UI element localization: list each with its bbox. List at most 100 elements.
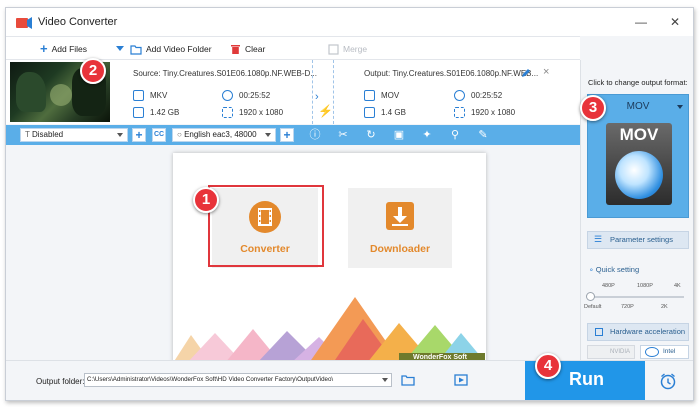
source-duration: 00:25:52 <box>239 91 271 100</box>
arrow-right-icon: › <box>315 91 319 103</box>
window-title: Video Converter <box>38 16 118 28</box>
clock-icon <box>454 90 465 101</box>
quick-setting-label: ∘ Quick setting <box>589 265 639 274</box>
text-icon: T <box>25 130 32 139</box>
plus-icon: + <box>40 41 48 56</box>
quicktime-icon <box>615 151 663 199</box>
hardware-acceleration-label: Hardware acceleration <box>610 327 686 336</box>
output-resolution: 1920 x 1080 <box>471 108 516 117</box>
add-audio-button[interactable]: + <box>280 128 294 142</box>
chevron-down-icon <box>382 378 388 382</box>
slider-label-480p: 480P <box>602 283 615 289</box>
info-icon[interactable]: ⓘ <box>308 128 322 142</box>
crop-icon[interactable]: ▣ <box>392 128 406 142</box>
intel-label: Intel <box>663 348 676 355</box>
mov-format-icon-label: MOV <box>619 125 659 144</box>
title-bar: Video Converter — ✕ <box>6 8 693 36</box>
slider-label-4k: 4K <box>674 283 681 289</box>
remove-file-icon[interactable]: × <box>543 66 549 78</box>
output-size: 1.4 GB <box>381 108 406 117</box>
run-label: Run <box>569 369 604 389</box>
hardware-acceleration-button[interactable]: Hardware acceleration <box>587 323 689 341</box>
bottom-bar: Output folder: C:\Users\Administrator\Vi… <box>6 360 693 400</box>
chevron-down-icon <box>265 133 271 137</box>
output-folder-input[interactable]: C:\Users\Administrator\Videos\WonderFox … <box>84 373 392 387</box>
file-size-icon <box>364 107 375 118</box>
resolution-icon <box>454 107 465 118</box>
format-icon <box>133 90 144 101</box>
add-subtitle-button[interactable]: + <box>132 128 146 142</box>
app-logo-icon <box>16 17 32 29</box>
intel-logo-icon <box>645 347 659 357</box>
parameter-settings-button[interactable]: ☰ Parameter settings <box>587 231 689 249</box>
folder-icon <box>130 44 142 55</box>
output-duration: 00:25:52 <box>471 91 503 100</box>
mov-format-icon: MOV <box>606 123 672 205</box>
alarm-clock-icon[interactable] <box>659 372 677 390</box>
resolution-icon <box>222 107 233 118</box>
download-icon <box>386 202 414 230</box>
slider-label-2k: 2K <box>661 304 668 310</box>
cc-button[interactable]: CC <box>152 128 166 142</box>
converter-highlight-box <box>208 185 324 267</box>
quick-setting-text: Quick setting <box>595 265 640 274</box>
file-size-icon <box>133 107 144 118</box>
audio-select-value: English eac3, 48000 <box>184 130 257 139</box>
nvidia-toggle[interactable]: NVIDIA <box>587 345 635 359</box>
add-files-label: Add Files <box>51 44 88 54</box>
effects-wand-icon[interactable]: ✦ <box>420 128 434 142</box>
subtitle-select[interactable]: T Disabled <box>20 128 128 142</box>
speaker-icon: ○ <box>177 130 185 139</box>
output-folder-label: Output folder: <box>36 377 85 386</box>
downloader-tile[interactable]: Downloader <box>348 188 452 268</box>
chevron-down-icon <box>677 105 683 109</box>
format-icon <box>364 90 375 101</box>
output-filename: Output: Tiny.Creatures.S01E06.1080p.NF.W… <box>364 69 539 78</box>
output-format: MOV <box>381 91 400 100</box>
merge-label: Merge <box>343 44 368 54</box>
trash-icon <box>231 45 240 54</box>
chip-icon <box>595 328 603 336</box>
parameter-settings-label: Parameter settings <box>610 235 673 244</box>
scissors-icon[interactable]: ✂ <box>336 128 350 142</box>
home-panel: Converter Downloader WonderFox Soft <box>173 153 486 363</box>
nvidia-label: NVIDIA <box>610 349 631 355</box>
source-resolution: 1920 x 1080 <box>239 108 284 117</box>
quality-slider-track[interactable] <box>590 296 684 298</box>
lightning-icon: ⚡ <box>318 104 333 118</box>
step-marker-4: 4 <box>535 353 561 379</box>
subtitle-select-value: Disabled <box>31 130 64 139</box>
output-preview-icon[interactable] <box>454 374 468 386</box>
intel-toggle[interactable]: Intel <box>640 345 689 359</box>
output-format-hint: Click to change output format: <box>588 78 688 87</box>
open-folder-icon[interactable] <box>401 374 415 386</box>
add-files-button[interactable]: + Add Files <box>40 42 87 56</box>
audio-select[interactable]: ○ English eac3, 48000 <box>172 128 276 142</box>
quality-slider-handle[interactable] <box>586 292 595 301</box>
chevron-down-icon <box>117 133 123 137</box>
quick-setting-icon: ∘ <box>589 265 594 274</box>
add-video-folder-button[interactable]: Add Video Folder <box>130 42 212 56</box>
step-marker-1: 1 <box>193 187 219 213</box>
clock-icon <box>222 90 233 101</box>
clear-label: Clear <box>245 44 266 54</box>
clear-button[interactable]: Clear <box>230 42 265 56</box>
edit-icon[interactable] <box>520 68 531 79</box>
source-size: 1.42 GB <box>150 108 180 117</box>
merge-button[interactable]: Merge <box>328 42 367 56</box>
downloader-label: Downloader <box>369 243 431 255</box>
source-filename: Source: Tiny.Creatures.S01E06.1080p.NF.W… <box>133 69 317 78</box>
output-folder-value: C:\Users\Administrator\Videos\WonderFox … <box>87 376 334 383</box>
sliders-icon: ☰ <box>594 234 603 244</box>
app-window: Video Converter — ✕ + Add Files Add Vide… <box>5 7 694 401</box>
minimize-button[interactable]: — <box>632 14 650 30</box>
slider-label-default: Default <box>584 304 602 310</box>
add-video-folder-label: Add Video Folder <box>146 44 212 54</box>
watermark-icon[interactable]: ⚲ <box>448 128 462 142</box>
add-files-dropdown-icon[interactable] <box>116 46 124 51</box>
rotate-icon[interactable]: ↻ <box>364 128 378 142</box>
source-format: MKV <box>150 91 168 100</box>
step-marker-3: 3 <box>580 95 606 121</box>
subtitle-edit-icon[interactable]: ✎ <box>476 128 490 142</box>
close-button[interactable]: ✕ <box>666 14 684 30</box>
